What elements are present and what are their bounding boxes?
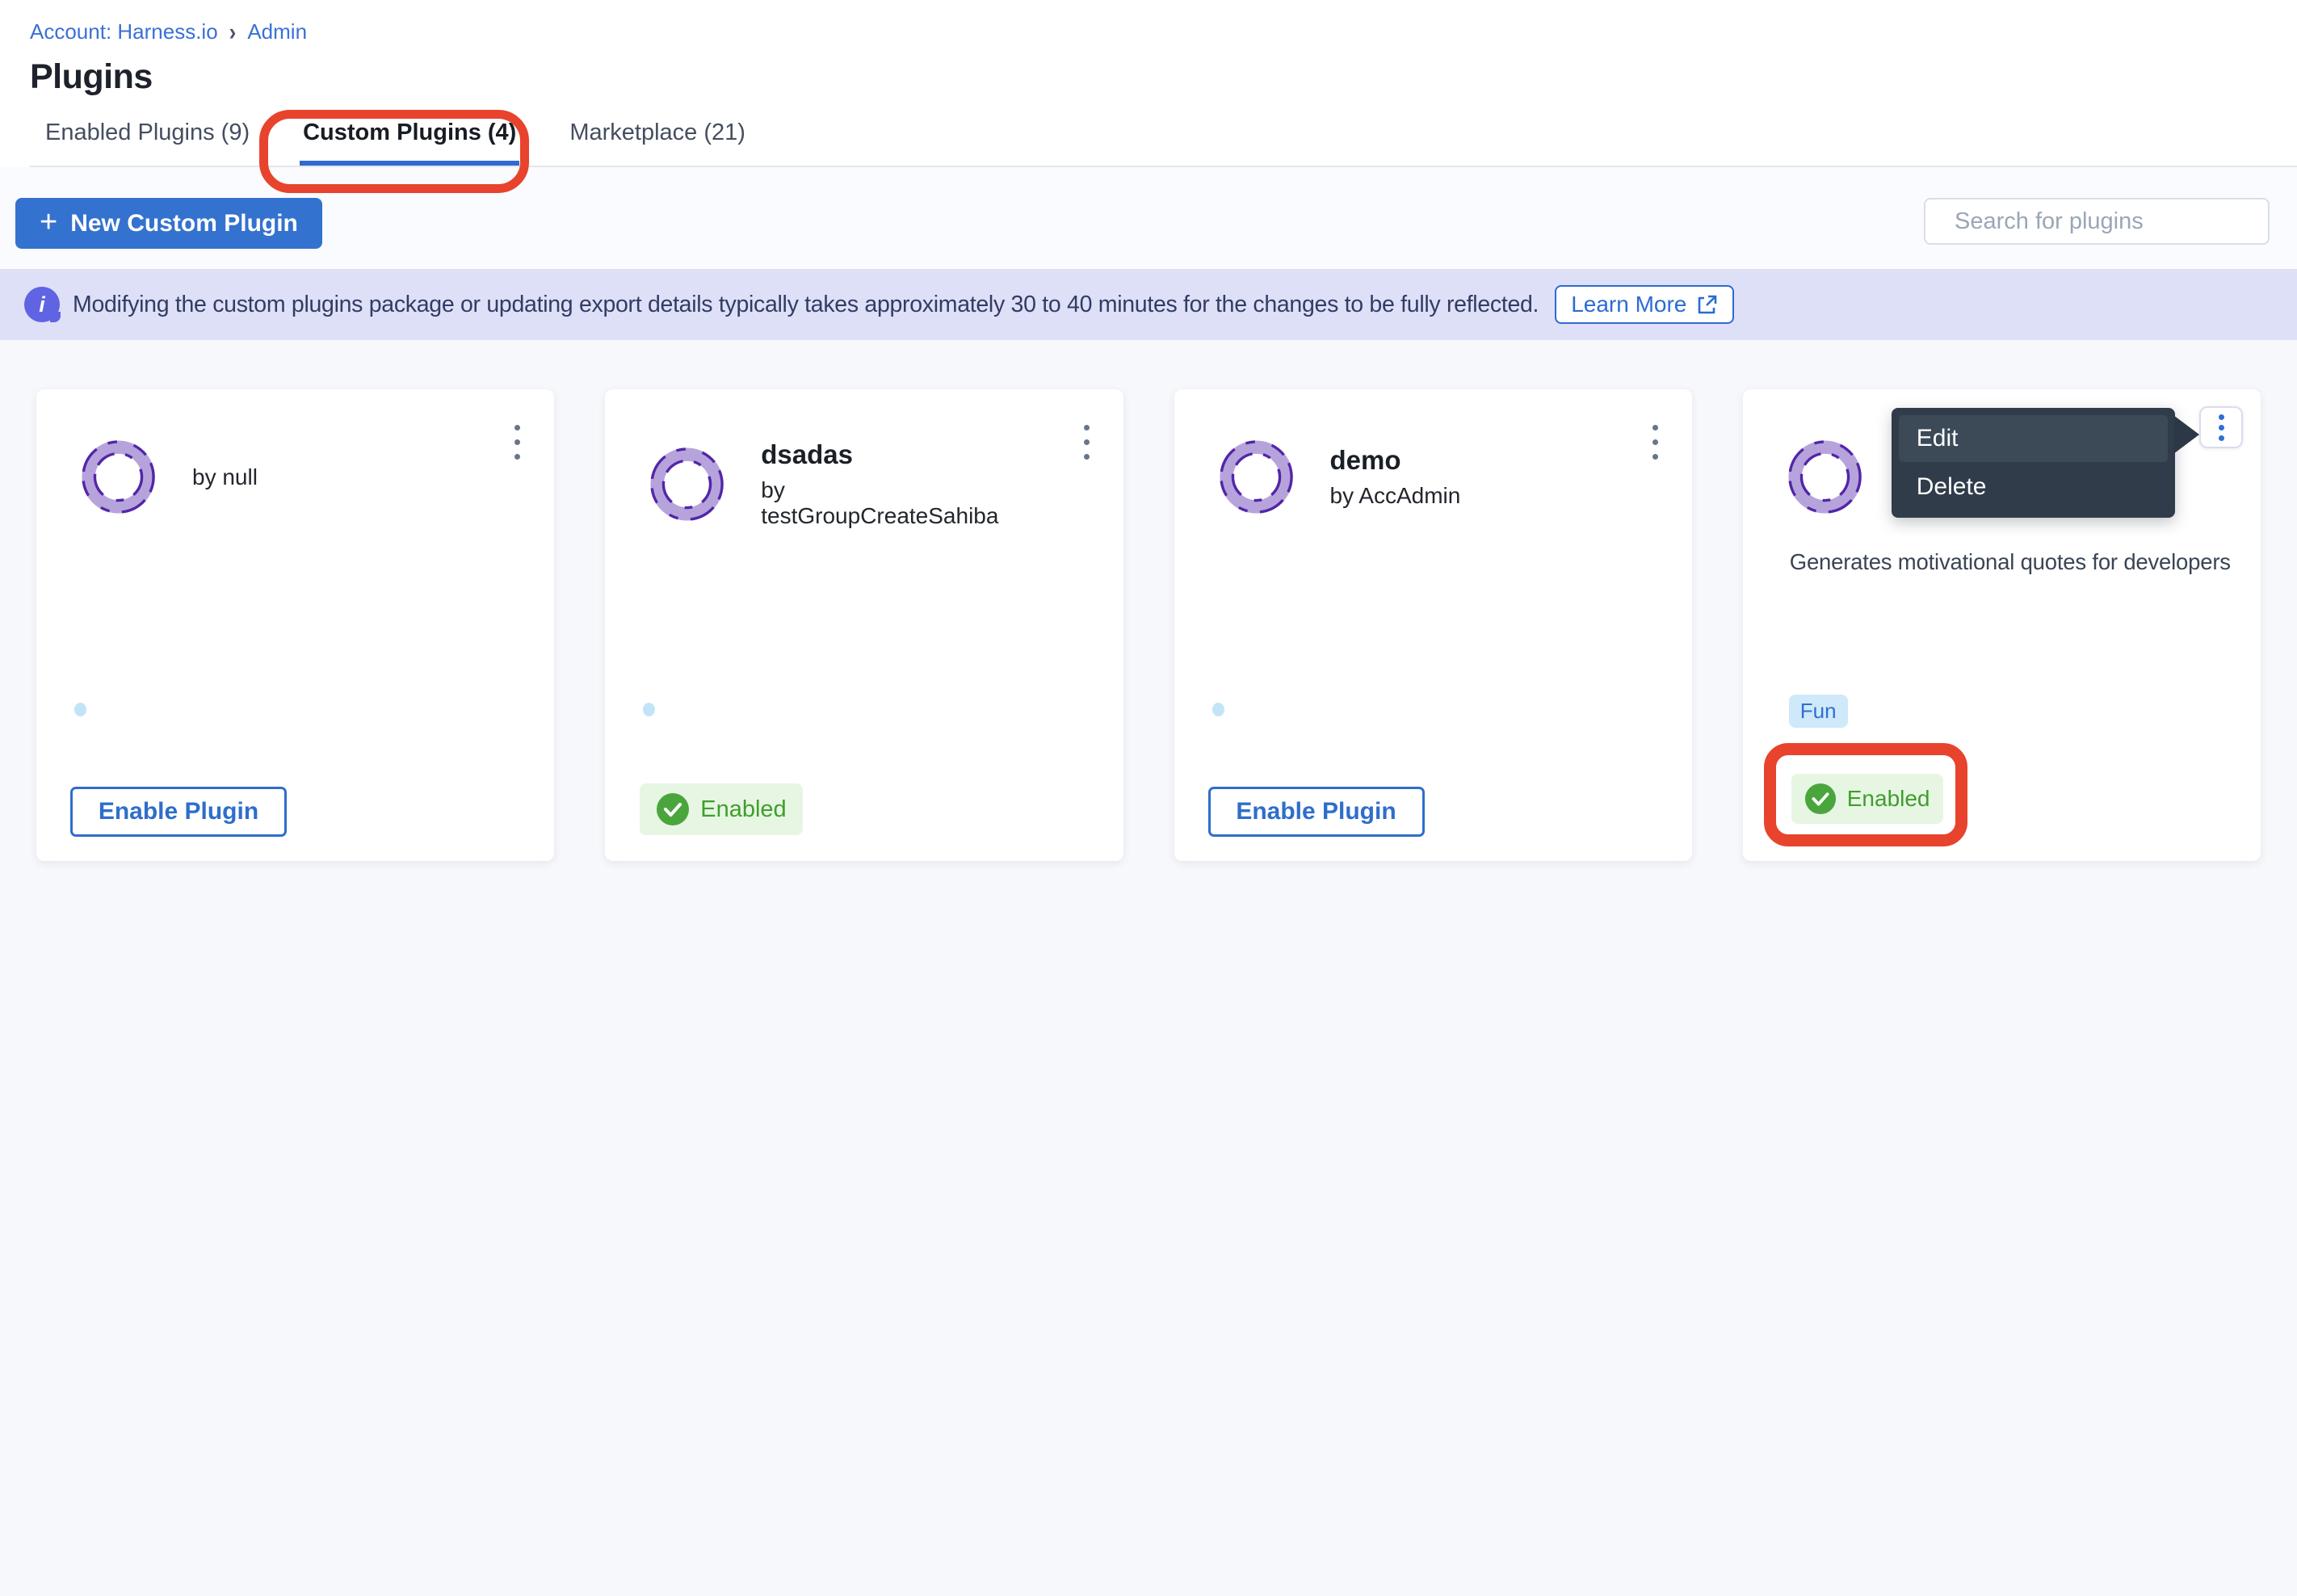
tab-enabled-plugins[interactable]: Enabled Plugins (9) [42, 113, 253, 166]
tab-custom-plugins[interactable]: Custom Plugins (4) [300, 113, 519, 166]
check-circle-icon [1804, 783, 1837, 815]
tab-marketplace[interactable]: Marketplace (21) [566, 113, 749, 166]
plugin-card-dsadas: dsadas by testGroupCreateSahiba Enabled [605, 389, 1123, 861]
page-header: Account: Harness.io › Admin Plugins Enab… [0, 0, 2297, 167]
context-menu-edit[interactable]: Edit [1899, 415, 2168, 462]
kebab-menu-icon-active[interactable] [2199, 406, 2243, 448]
plugin-author: by testGroupCreateSahiba [761, 477, 1002, 529]
plugin-author: by null [192, 464, 258, 490]
kebab-menu-icon[interactable] [511, 422, 523, 463]
enable-plugin-button[interactable]: Enable Plugin [70, 787, 287, 837]
breadcrumb-admin-link[interactable]: Admin [247, 19, 307, 44]
plugin-title: demo [1330, 445, 1461, 476]
learn-more-button[interactable]: Learn More [1555, 285, 1734, 324]
enabled-status-badge: Enabled [640, 783, 802, 835]
fun-tag-badge: Fun [1789, 695, 1848, 728]
tab-bar: Enabled Plugins (9) Custom Plugins (4) M… [30, 113, 2297, 167]
kebab-menu-icon[interactable] [1081, 422, 1093, 463]
plugin-card-motivational: Edit Delete Generates motivational quote… [1743, 389, 2261, 861]
breadcrumb-account-link[interactable]: Account: Harness.io [30, 19, 218, 44]
toolbar: + New Custom Plugin [0, 167, 2297, 269]
plugin-ring-icon [1219, 439, 1294, 514]
context-menu: Edit Delete [1892, 408, 2175, 518]
plugin-ring-icon [81, 439, 156, 514]
tag-dot [643, 703, 655, 716]
info-banner-text: Modifying the custom plugins package or … [73, 292, 1539, 318]
plugin-title: dsadas [761, 439, 1002, 470]
plugin-card-demo: demo by AccAdmin Enable Plugin [1174, 389, 1692, 861]
search-input[interactable] [1955, 208, 2259, 235]
breadcrumb: Account: Harness.io › Admin [30, 19, 2297, 44]
plugin-ring-icon [1787, 439, 1862, 514]
plugins-grid-section: by null Enable Plugin dsadas by testGrou… [0, 340, 2297, 861]
check-circle-icon [656, 792, 690, 826]
enabled-label: Enabled [1847, 786, 1930, 812]
enabled-status-badge: Enabled [1791, 774, 1943, 824]
context-menu-delete[interactable]: Delete [1899, 464, 2168, 510]
new-custom-plugin-label: New Custom Plugin [70, 210, 298, 237]
external-link-icon [1696, 294, 1718, 316]
info-icon: i [24, 287, 60, 322]
page-title: Plugins [30, 57, 2297, 97]
tag-dot [74, 703, 86, 716]
chevron-right-icon: › [229, 18, 237, 47]
plugin-ring-icon [649, 447, 724, 522]
plus-icon: + [40, 207, 57, 237]
new-custom-plugin-button[interactable]: + New Custom Plugin [15, 198, 322, 249]
learn-more-label: Learn More [1571, 292, 1686, 317]
kebab-menu-icon[interactable] [1649, 422, 1661, 463]
search-box[interactable] [1924, 198, 2270, 245]
tag-dot [1212, 703, 1224, 716]
plugin-description: Generates motivational quotes for develo… [1790, 549, 2243, 575]
enabled-label: Enabled [700, 796, 786, 823]
plugin-cards: by null Enable Plugin dsadas by testGrou… [36, 389, 2261, 861]
plugin-author: by AccAdmin [1330, 483, 1461, 509]
info-banner: i Modifying the custom plugins package o… [0, 269, 2297, 340]
enable-plugin-button[interactable]: Enable Plugin [1208, 787, 1425, 837]
plugin-card-null: by null Enable Plugin [36, 389, 554, 861]
